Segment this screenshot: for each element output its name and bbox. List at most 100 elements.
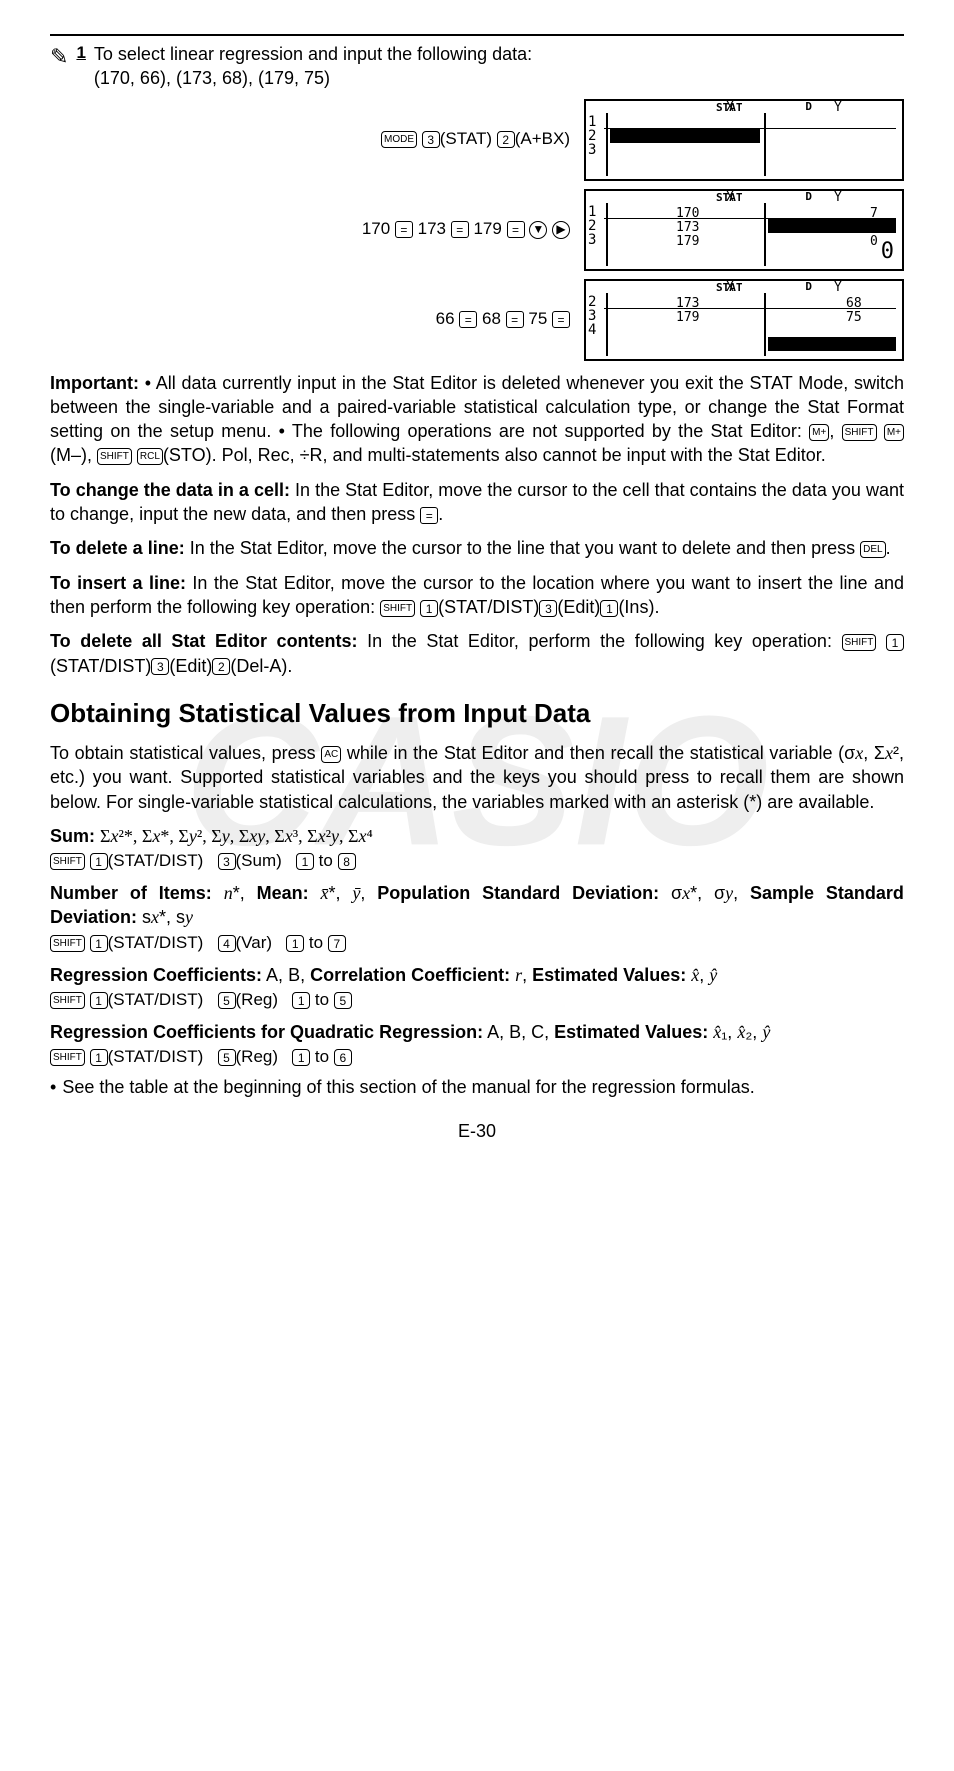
sum-label: Sum: [50,826,95,846]
shift-key: SHIFT [97,448,132,465]
exe-key: = [451,221,469,238]
quad-keys: SHIFT 1(STAT/DIST) 5(Reg) 1 to 6 [50,1046,904,1069]
lcd-xvals: 170 173 179 [676,207,699,249]
key-3: 3 [422,131,440,148]
change-cell-para: To change the data in a cell: In the Sta… [50,478,904,527]
page-number: E-30 [50,1119,904,1143]
keyseq-row-3: 66 = 68 = 75 = STAT D X Y 2 3 4 173 179 … [50,279,904,361]
delete-line-label: To delete a line: [50,538,185,558]
exe-key: = [395,221,413,238]
num-label: Number of Items: [50,883,212,903]
key-1: 1 [296,853,314,870]
lcd-cursor [768,337,896,351]
shift-key: SHIFT [842,424,877,441]
insert-line-label: To insert a line: [50,573,186,593]
lcd-vline [764,293,766,356]
lcd-vline [606,113,608,176]
lcd-col-y: Y [834,99,842,117]
lcd-vline [764,113,766,176]
key-8: 8 [338,853,356,870]
shift-key: SHIFT [380,600,415,617]
lcd-rownums: 1 2 3 [588,115,596,157]
key-2: 2 [497,131,515,148]
lcd-col-y: Y [834,189,842,207]
bullet-text: See the table at the beginning of this s… [62,1075,754,1099]
step-number: 1 [76,42,85,65]
key-6: 6 [334,1049,352,1066]
top-rule [50,34,904,36]
lcd-vline [606,203,608,266]
sum-block: Sum: Σx²*, Σx*, Σy², Σy, Σxy, Σx³, Σx²y,… [50,824,904,848]
reg-block: Regression Coefficients: A, B, Correlati… [50,963,904,987]
delete-line-text: In the Stat Editor, move the cursor to t… [185,538,860,558]
corr-label: Correlation Coefficient: [310,965,510,985]
lcd-vline [606,293,608,356]
down-key: ▼ [529,221,547,239]
quad-label: Regression Coefficients for Quadratic Re… [50,1022,483,1042]
key-5: 5 [218,992,236,1009]
bullet-dot: • [50,1075,56,1099]
important-text: (M–), [50,445,97,465]
reg-keys: SHIFT 1(STAT/DIST) 5(Reg) 1 to 5 [50,989,904,1012]
quad-block: Regression Coefficients for Quadratic Re… [50,1020,904,1044]
lcd-3: STAT D X Y 2 3 4 173 179 68 75 [584,279,904,361]
shift-key: SHIFT [50,992,85,1009]
sum-keys: SHIFT 1(STAT/DIST) 3(Sum) 1 to 8 [50,850,904,873]
key-3: 3 [218,853,236,870]
change-cell-label: To change the data in a cell: [50,480,290,500]
lcd-col-x: X [726,99,734,117]
key-1: 1 [90,992,108,1009]
mplus-key: M+ [809,424,829,441]
exe-key: = [420,507,438,524]
key-1: 1 [886,634,904,651]
lcd-rownums: 2 3 4 [588,295,596,337]
lcd-col-x: X [726,189,734,207]
exe-key: = [459,311,477,328]
lcd-xvals: 173 179 [676,297,699,325]
lcd-d-label: D [805,190,812,205]
reg-coef-label: Regression Coefficients: [50,965,262,985]
step-text: To select linear regression and input th… [94,42,904,66]
lcd-d-label: D [805,100,812,115]
important-label: Important: [50,373,139,393]
key-1: 1 [292,992,310,1009]
popsd-label: Population Standard Deviation: [377,883,659,903]
example-step: ✎ 1 To select linear regression and inpu… [50,42,904,91]
lcd-rownums: 1 2 3 [588,205,596,247]
key-1: 1 [90,853,108,870]
delete-line-para: To delete a line: In the Stat Editor, mo… [50,536,904,560]
key-1: 1 [90,1049,108,1066]
key-1: 1 [286,935,304,952]
key-7: 7 [328,935,346,952]
lcd-col-x: X [726,279,734,297]
exe-key: = [506,311,524,328]
key-5: 5 [218,1049,236,1066]
del-key: DEL [860,541,885,558]
lcd-cursor [610,129,760,143]
insert-line-para: To insert a line: In the Stat Editor, mo… [50,571,904,620]
number-keys: SHIFT 1(STAT/DIST) 4(Var) 1 to 7 [50,932,904,955]
rcl-key: RCL [137,448,163,465]
number-block: Number of Items: n*, Mean: x̄*, ȳ, Popul… [50,881,904,930]
bullet-note: • See the table at the beginning of this… [50,1075,904,1099]
section-heading: Obtaining Statistical Values from Input … [50,696,904,731]
key-2: 2 [212,658,230,675]
key-5: 5 [334,992,352,1009]
pencil-icon: ✎ [50,42,68,72]
step-data: (170, 66), (173, 68), (179, 75) [94,66,904,90]
ac-key: AC [321,746,341,763]
shift-key: SHIFT [842,634,877,651]
lcd-vline [764,203,766,266]
key-4: 4 [218,935,236,952]
obtain-para: To obtain statistical values, press AC w… [50,741,904,814]
shift-key: SHIFT [50,853,85,870]
keyseq-row-2: 170 = 173 = 179 = ▼ ▶ STAT D X Y 1 2 3 1… [50,189,904,271]
key-1: 1 [90,935,108,952]
lcd-col-y: Y [834,279,842,297]
lcd-2: STAT D X Y 1 2 3 170 173 179 7 0 0 0 [584,189,904,271]
exe-key: = [552,311,570,328]
key-1: 1 [600,600,618,617]
important-text: (STO). Pol, Rec, ÷R, and multi-statement… [163,445,826,465]
exe-key: = [507,221,525,238]
key-3: 3 [151,658,169,675]
